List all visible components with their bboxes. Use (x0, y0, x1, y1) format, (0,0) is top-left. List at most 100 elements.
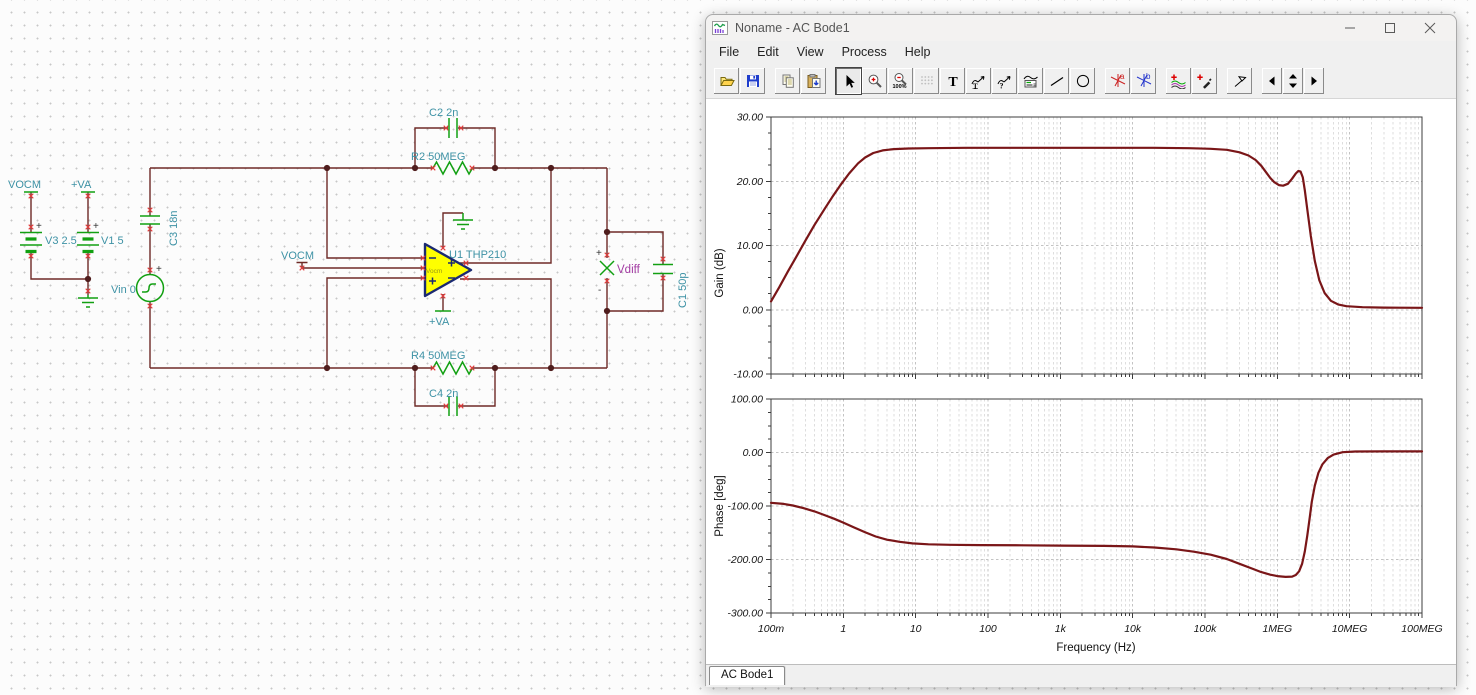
svg-text:T: T (948, 75, 958, 89)
resistor-r4[interactable] (432, 360, 474, 376)
y-tick-label: 100.00 (731, 394, 763, 406)
label-vocm-source[interactable]: VOCM (8, 179, 41, 191)
cursor-a-tool[interactable]: a (1105, 67, 1130, 94)
curve-query-tool[interactable]: ? (992, 67, 1017, 94)
svg-text:100%: 100% (893, 84, 907, 89)
label-u1[interactable]: U1 THP210 (449, 249, 506, 261)
x-tick-label: 10MEG (1332, 623, 1368, 635)
menu-edit[interactable]: Edit (748, 43, 788, 61)
label-va-pin[interactable]: +VA (429, 316, 450, 328)
y-tick-label: 20.00 (736, 176, 763, 188)
maximize-button[interactable] (1370, 16, 1410, 40)
close-button[interactable] (1410, 16, 1450, 40)
y-tick-label: -10.00 (733, 369, 763, 381)
text-tool[interactable]: T (940, 67, 965, 94)
label-r4[interactable]: R4 50MEG (411, 350, 465, 362)
schematic-labels: VOCM +VA + + + V3 2.5 V1 5 Vin 0 C3 18n … (8, 107, 689, 400)
bode-window: Noname - AC Bode1 File Edit View Process… (705, 14, 1457, 687)
x-tick-label: 100MEG (1401, 623, 1442, 635)
label-v3[interactable]: V3 2.5 (45, 235, 77, 247)
svg-text:a: a (1120, 72, 1125, 81)
curve-label-tool[interactable]: T (966, 67, 991, 94)
y-tick-label: 10.00 (737, 240, 763, 252)
vdiff-plus-mark: + (596, 248, 602, 259)
schematic-wires[interactable] (30, 127, 664, 407)
menu-process[interactable]: Process (833, 43, 896, 61)
menu-bar: File Edit View Process Help (706, 41, 1456, 63)
ellipse-tool[interactable] (1070, 67, 1095, 94)
menu-view[interactable]: View (788, 43, 833, 61)
x-tick-label: 10k (1124, 623, 1142, 635)
x-tick-label: 100k (1194, 623, 1218, 635)
label-c3[interactable]: C3 18n (168, 211, 180, 246)
window-title: Noname - AC Bode1 (735, 21, 850, 35)
x-tick-label: 1 (840, 623, 846, 635)
label-c4[interactable]: C4 2n (429, 388, 458, 400)
bode-plot-area[interactable]: Gain (dB) Phase [deg] Frequency (Hz) 30.… (706, 99, 1458, 664)
x-tick-label: 1k (1055, 623, 1067, 635)
v3-plus-mark: + (36, 221, 42, 232)
schematic-canvas[interactable]: Vocm + - VOCM +VA + + + V3 2.5 V1 5 Vin … (0, 0, 710, 695)
toolbar: 100% T T ? a b (706, 63, 1456, 99)
open-button[interactable] (714, 67, 739, 94)
zoom-100-tool[interactable]: 100% (888, 67, 913, 94)
save-button[interactable] (740, 67, 765, 94)
plot-content: Gain (dB) Phase [deg] Frequency (Hz) 30.… (706, 99, 1456, 664)
battery-v3[interactable] (20, 231, 42, 254)
capacitor-c3[interactable] (140, 215, 160, 225)
ground-symbol-opamp (453, 213, 473, 230)
y-tick-label: 30.00 (737, 112, 763, 124)
label-c1[interactable]: C1 50p (677, 273, 689, 308)
line-tool[interactable] (1044, 67, 1069, 94)
y-tick-label: -300.00 (727, 608, 763, 620)
paste-button[interactable] (801, 67, 826, 94)
y-tick-label: -100.00 (727, 501, 763, 513)
svg-text:?: ? (999, 81, 1003, 89)
label-vocm-input[interactable]: VOCM (281, 250, 314, 262)
y-tick-label: -200.00 (727, 554, 763, 566)
phase-curve (769, 450, 1424, 578)
gain-curve (769, 146, 1424, 309)
resistor-r2[interactable] (432, 160, 474, 176)
title-bar[interactable]: Noname - AC Bode1 (706, 15, 1456, 41)
frequency-axis-title: Frequency (Hz) (1056, 642, 1135, 654)
tab-ac-bode1[interactable]: AC Bode1 (709, 666, 786, 685)
app-canvas[interactable]: { "window": { "title": "Noname - AC Bode… (0, 0, 1476, 695)
page-next-button[interactable] (1304, 67, 1324, 94)
add-curve-tool[interactable] (1166, 67, 1191, 94)
capacitor-c2[interactable] (448, 118, 458, 138)
y-tick-label: 0.00 (743, 447, 764, 459)
x-tick-label: 10 (910, 623, 922, 635)
label-va-source[interactable]: +VA (71, 179, 92, 191)
x-tick-label: 1MEG (1262, 623, 1292, 635)
y-tick-label: 0.00 (743, 304, 764, 316)
label-v1[interactable]: V1 5 (101, 235, 124, 247)
ground-symbol-left (78, 295, 98, 308)
legend-tool[interactable] (1018, 67, 1043, 94)
copy-button[interactable] (775, 67, 800, 94)
label-c2[interactable]: C2 2n (429, 107, 458, 119)
capacitor-c1[interactable] (653, 263, 673, 275)
battery-v1[interactable] (77, 231, 99, 254)
app-icon (712, 21, 728, 35)
label-vdiff[interactable]: Vdiff (617, 264, 641, 276)
select-tool[interactable] (835, 66, 862, 95)
page-spinner[interactable] (1283, 67, 1303, 94)
grid-toggle[interactable] (914, 67, 939, 94)
minimize-button[interactable] (1330, 16, 1370, 40)
page-prev-button[interactable] (1262, 67, 1282, 94)
tab-bar: AC Bode1 (706, 664, 1456, 687)
source-vin[interactable] (135, 273, 165, 303)
label-vin[interactable]: Vin 0 (111, 284, 136, 296)
cursor-b-tool[interactable]: b (1131, 67, 1156, 94)
meter-vdiff[interactable]: + - (596, 248, 615, 296)
v1-plus-mark: + (93, 221, 99, 232)
label-r2[interactable]: R2 50MEG (411, 151, 465, 163)
vin-plus-mark: + (156, 264, 162, 275)
menu-help[interactable]: Help (896, 43, 940, 61)
menu-file[interactable]: File (710, 43, 748, 61)
marker-tool[interactable] (1227, 67, 1252, 94)
zoom-in-tool[interactable] (862, 67, 887, 94)
x-tick-label: 100 (979, 623, 997, 635)
trace-pick-tool[interactable] (1192, 67, 1217, 94)
